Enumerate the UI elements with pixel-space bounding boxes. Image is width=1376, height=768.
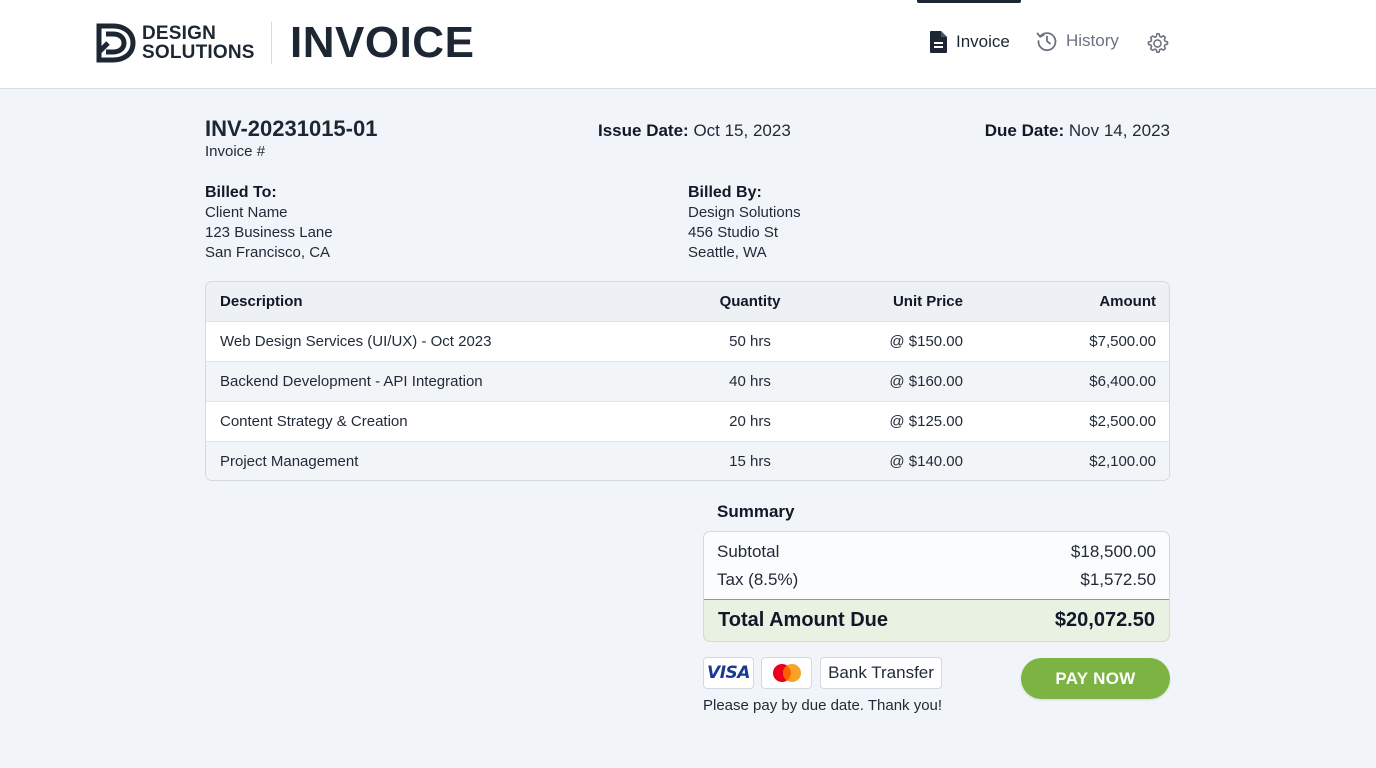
summary-title: Summary bbox=[717, 502, 795, 521]
billed-by-block: Billed By: Design Solutions 456 Studio S… bbox=[688, 183, 801, 263]
due-date-value: Nov 14, 2023 bbox=[1068, 121, 1170, 140]
issue-date: Issue Date: Oct 15, 2023 bbox=[598, 121, 791, 141]
billed-by-name: Design Solutions bbox=[688, 204, 801, 221]
billed-to-name: Client Name bbox=[205, 204, 288, 221]
issue-date-label: Issue Date: bbox=[598, 121, 689, 140]
table-header-row: Description Quantity Unit Price Amount bbox=[206, 282, 1169, 321]
table-row: Web Design Services (UI/UX) - Oct 2023 5… bbox=[206, 321, 1169, 361]
tax-line: Tax (8.5%) $1,572.50 bbox=[717, 570, 1156, 590]
total-due-value: $20,072.50 bbox=[1054, 609, 1155, 631]
subtotal-line: Subtotal $18,500.00 bbox=[717, 542, 1156, 562]
billed-to-title: Billed To: bbox=[205, 184, 277, 201]
nav-tab-invoice-label: Invoice bbox=[956, 32, 1010, 51]
history-icon bbox=[1036, 32, 1057, 52]
billed-to-city: San Francisco, CA bbox=[205, 244, 331, 261]
row-quantity: 40 hrs bbox=[729, 373, 771, 390]
logo-wordmark: DESIGN SOLUTIONS bbox=[142, 24, 255, 62]
billed-by-street: 456 Studio St bbox=[688, 224, 779, 241]
subtotal-value: $18,500.00 bbox=[1070, 542, 1156, 561]
row-description: Content Strategy & Creation bbox=[220, 413, 408, 430]
column-header-amount: Amount bbox=[1099, 293, 1156, 310]
settings-button[interactable] bbox=[1145, 31, 1170, 61]
table-row: Content Strategy & Creation 20 hrs @ $12… bbox=[206, 401, 1169, 441]
visa-logo: VISA bbox=[707, 663, 750, 683]
header-divider bbox=[271, 22, 272, 64]
row-quantity: 15 hrs bbox=[729, 453, 771, 470]
logo-mark-icon bbox=[96, 23, 136, 63]
page-title: INVOICE bbox=[290, 18, 475, 67]
tax-value: $1,572.50 bbox=[1080, 570, 1156, 589]
payment-method-mastercard[interactable] bbox=[761, 657, 812, 689]
logo-line-2: SOLUTIONS bbox=[142, 42, 255, 63]
billed-by-city: Seattle, WA bbox=[688, 244, 767, 261]
brand-logo[interactable]: DESIGN SOLUTIONS bbox=[96, 22, 255, 64]
issue-date-value: Oct 15, 2023 bbox=[693, 121, 791, 140]
due-date: Due Date: Nov 14, 2023 bbox=[985, 121, 1170, 141]
payment-method-visa[interactable]: VISA bbox=[703, 657, 754, 689]
payment-method-bank-transfer[interactable]: Bank Transfer bbox=[820, 657, 942, 689]
line-items-table: Description Quantity Unit Price Amount W… bbox=[205, 281, 1170, 481]
row-unit-price: @ $140.00 bbox=[889, 453, 963, 470]
table-row: Backend Development - API Integration 40… bbox=[206, 361, 1169, 401]
billed-to-street: 123 Business Lane bbox=[205, 224, 333, 241]
tax-label: Tax (8.5%) bbox=[717, 570, 799, 589]
nav-tab-invoice[interactable]: Invoice bbox=[929, 30, 1010, 54]
invoice-number: INV-20231015-01 bbox=[205, 116, 378, 141]
row-amount: $6,400.00 bbox=[1089, 373, 1156, 390]
row-description: Project Management bbox=[220, 453, 359, 470]
billed-to-block: Billed To: Client Name 123 Business Lane… bbox=[205, 183, 333, 263]
payment-note: Please pay by due date. Thank you! bbox=[703, 697, 943, 714]
column-header-description: Description bbox=[220, 293, 303, 310]
row-unit-price: @ $125.00 bbox=[889, 413, 963, 430]
row-amount: $7,500.00 bbox=[1089, 333, 1156, 350]
column-header-quantity: Quantity bbox=[719, 293, 781, 310]
row-description: Backend Development - API Integration bbox=[220, 373, 483, 390]
app-header: DESIGN SOLUTIONS INVOICE Invoice History bbox=[0, 0, 1376, 89]
due-date-label: Due Date: bbox=[984, 121, 1065, 140]
subtotal-label: Subtotal bbox=[717, 542, 780, 561]
pay-now-button[interactable]: PAY NOW bbox=[1021, 658, 1170, 699]
row-unit-price: @ $150.00 bbox=[889, 333, 963, 350]
nav-active-indicator bbox=[917, 0, 1021, 3]
bank-transfer-label: Bank Transfer bbox=[828, 663, 934, 682]
total-due-label: Total Amount Due bbox=[718, 609, 888, 631]
logo-line-1: DESIGN bbox=[142, 23, 217, 44]
nav-tab-history[interactable]: History bbox=[1036, 30, 1119, 52]
row-unit-price: @ $160.00 bbox=[889, 373, 963, 390]
row-amount: $2,100.00 bbox=[1089, 453, 1156, 470]
total-due-line: Total Amount Due $20,072.50 bbox=[704, 599, 1169, 641]
invoice-number-label: Invoice # bbox=[205, 143, 266, 160]
column-header-unit-price: Unit Price bbox=[892, 293, 963, 310]
nav-tab-history-label: History bbox=[1066, 31, 1119, 50]
mastercard-icon bbox=[772, 664, 801, 682]
table-row: Project Management 15 hrs @ $140.00 $2,1… bbox=[206, 441, 1169, 480]
row-description: Web Design Services (UI/UX) - Oct 2023 bbox=[220, 333, 492, 350]
row-amount: $2,500.00 bbox=[1089, 413, 1156, 430]
billed-by-title: Billed By: bbox=[688, 184, 762, 201]
summary-box: Subtotal $18,500.00 Tax (8.5%) $1,572.50… bbox=[703, 531, 1170, 642]
row-quantity: 20 hrs bbox=[729, 413, 771, 430]
row-quantity: 50 hrs bbox=[729, 333, 771, 350]
document-icon bbox=[930, 31, 947, 53]
gear-icon bbox=[1147, 32, 1169, 54]
